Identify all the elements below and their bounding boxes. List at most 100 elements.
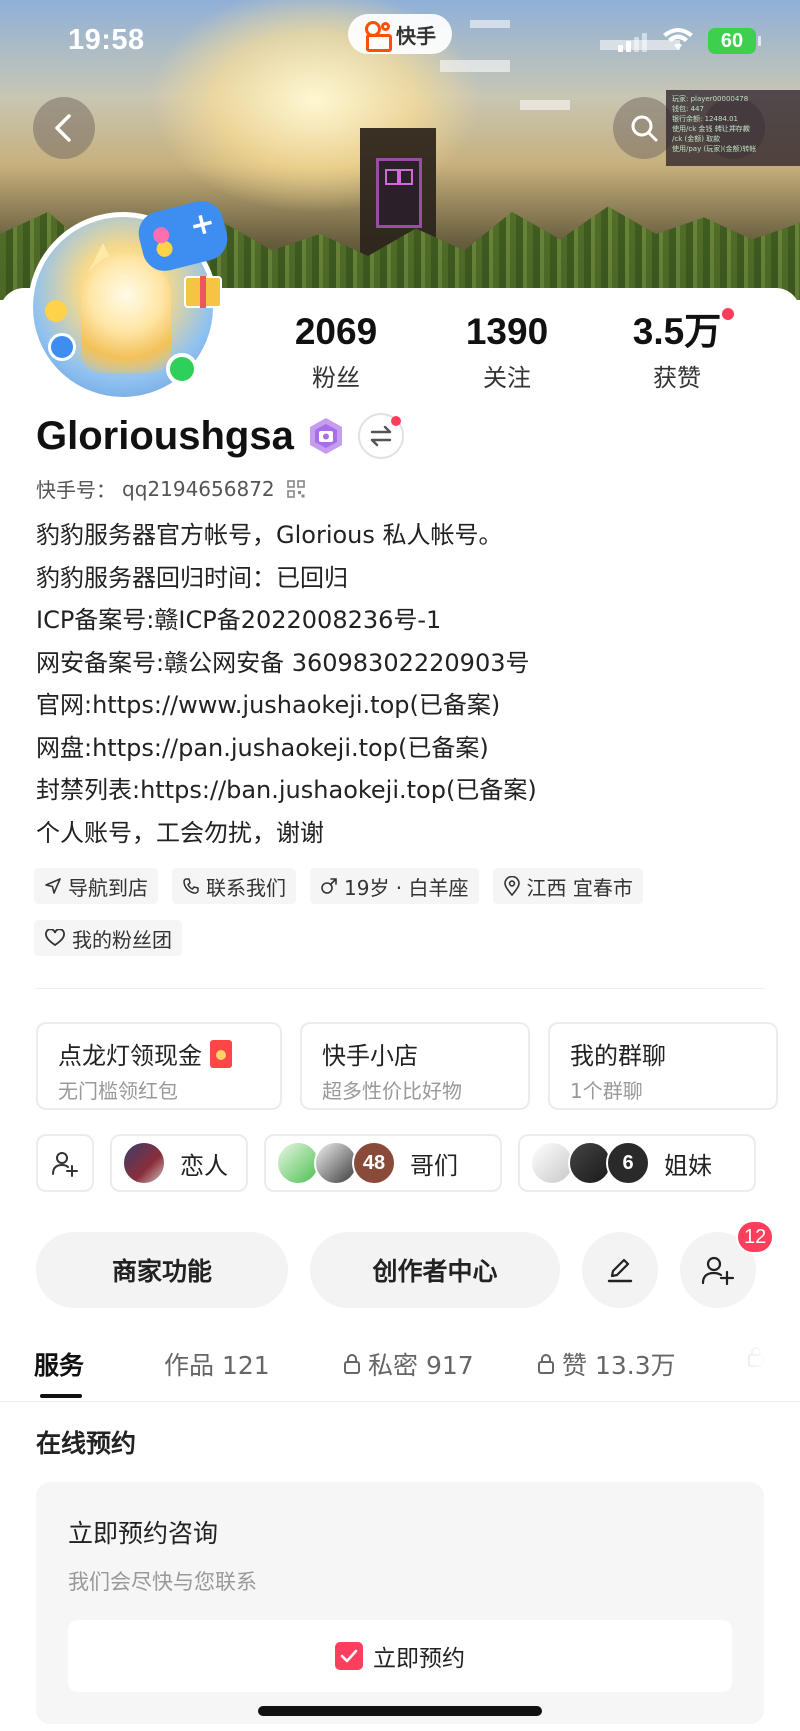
stat-label: 关注 (483, 364, 531, 392)
group-label: 哥们 (410, 1151, 458, 1180)
group-label: 姐妹 (664, 1151, 712, 1180)
stat-label: 获赞 (653, 364, 701, 392)
overlay-line: 玩家: player00000478 (672, 95, 749, 103)
feature-title: 点龙灯领现金 (58, 1042, 202, 1070)
group-label: 恋人 (180, 1151, 228, 1180)
kuaishou-id-row[interactable]: 快手号： qq2194656872 (36, 474, 305, 503)
tag-navigate-store[interactable]: 导航到店 (34, 868, 158, 904)
tab-private[interactable]: 私密 917 (342, 1346, 474, 1382)
group-buddies[interactable]: 48 哥们 (264, 1134, 502, 1192)
tab-liked[interactable]: 赞 13.3万 (536, 1346, 676, 1382)
book-now-label: 立即预约 (373, 1646, 465, 1672)
checkmark-icon (335, 1642, 363, 1670)
tag-contact-us[interactable]: 联系我们 (172, 868, 296, 904)
overlay-line: 使用/ck 金钱 转让并存款 (672, 125, 750, 133)
username-row: Glorioushgsa (36, 408, 404, 464)
book-now-button[interactable]: 立即预约 (68, 1620, 732, 1692)
overlay-line: 使用/pay (玩家)(金额)转帐 (672, 145, 757, 153)
kuaishou-id-label: 快手号： (36, 478, 116, 502)
bio-line: 豹豹服务器回归时间：已回归 (36, 563, 348, 592)
qr-code-icon[interactable] (286, 479, 305, 498)
switch-account-button[interactable] (357, 413, 404, 459)
likes-notification-dot (722, 308, 734, 320)
app-name-pill[interactable]: 快手 (348, 14, 452, 54)
tab-works[interactable]: 作品 121 (164, 1346, 270, 1382)
battery-level: 60 (720, 29, 744, 52)
group-lovers[interactable]: 恋人 (110, 1134, 248, 1192)
add-friend-badge: 12 (736, 1220, 775, 1254)
profile-tabs: 服务 作品 121 私密 917 赞 13.3万 (0, 1336, 800, 1402)
creator-badge-icon[interactable] (306, 416, 346, 456)
add-group-button[interactable] (36, 1134, 94, 1192)
tag-location[interactable]: 江西 宜春市 (492, 868, 643, 904)
tag-label: 19岁 · 白羊座 (344, 875, 469, 900)
feature-subtitle: 超多性价比好物 (322, 1079, 462, 1103)
online-booking-title: 在线预约 (36, 1429, 137, 1458)
profile-stats: 2069 粉丝 1390 关注 3.5万 获赞 (0, 310, 800, 400)
stat-likes[interactable]: 3.5万 获赞 (597, 310, 757, 393)
username: Glorioushgsa (36, 413, 294, 458)
tag-fan-club[interactable]: 我的粉丝团 (34, 920, 182, 956)
merchant-functions-button[interactable]: 商家功能 (36, 1232, 288, 1308)
back-button[interactable] (33, 97, 95, 159)
member-count: 48 (362, 1151, 386, 1174)
add-friend-button[interactable]: 12 (680, 1220, 775, 1308)
game-overlay-panel: 玩家: player00000478 钱包: 447 银行余额: 12484.0… (666, 90, 800, 166)
section-divider (36, 988, 764, 989)
home-indicator[interactable] (258, 1706, 542, 1716)
tab-label: 服务 (34, 1351, 85, 1380)
group-member-count: 6 (606, 1141, 650, 1185)
stat-value: 1390 (465, 311, 549, 352)
red-envelope-icon (210, 1039, 232, 1068)
booking-title: 立即预约咨询 (68, 1519, 219, 1548)
edit-profile-button[interactable] (582, 1232, 658, 1308)
booking-subtitle: 我们会尽快与您联系 (68, 1570, 257, 1594)
creator-center-button[interactable]: 创作者中心 (310, 1232, 560, 1308)
feature-subtitle: 无门槛领红包 (58, 1079, 178, 1103)
feature-title: 我的群聊 (570, 1042, 666, 1070)
stat-followers[interactable]: 2069 粉丝 (256, 310, 416, 393)
tag-label: 江西 宜春市 (526, 875, 633, 900)
active-tab-indicator (40, 1394, 82, 1398)
edit-pencil-icon (607, 1258, 633, 1283)
tab-label: 赞 13.3万 (562, 1351, 676, 1380)
app-name: 快手 (396, 23, 436, 48)
feature-dragon-lantern-cash[interactable]: 点龙灯领现金 无门槛领红包 (36, 1022, 282, 1110)
group-member-count: 48 (352, 1141, 396, 1185)
status-time: 19:58 (68, 24, 145, 56)
feature-subtitle: 1个群聊 (570, 1079, 643, 1103)
tag-label: 联系我们 (206, 875, 286, 900)
kuaishou-logo-icon (364, 21, 392, 52)
feature-cards: 点龙灯领现金 无门槛领红包 快手小店 超多性价比好物 我的群聊 1个群聊 (36, 1022, 778, 1110)
feature-title: 快手小店 (322, 1042, 418, 1070)
male-icon (321, 878, 337, 894)
feature-my-group-chats[interactable]: 我的群聊 1个群聊 (548, 1022, 778, 1110)
bio-line[interactable]: 官网:https://www.jushaokeji.top(已备案) (36, 684, 776, 727)
bio-line: 网安备案号:赣公网安备 36098302220903号 (36, 648, 530, 677)
add-person-icon (701, 1256, 735, 1285)
stat-label: 粉丝 (312, 364, 360, 392)
heart-outline-icon (45, 929, 65, 947)
tab-scroll-fade (714, 1340, 800, 1396)
bio-line[interactable]: 封禁列表:https://ban.jushaokeji.top(已备案) (36, 769, 776, 812)
battery-indicator: 60 (708, 28, 761, 54)
friend-groups: 恋人 48 哥们 6 姐妹 (36, 1134, 756, 1192)
tab-services[interactable]: 服务 (34, 1346, 84, 1382)
stat-following[interactable]: 1390 关注 (427, 310, 587, 393)
navigation-icon (45, 878, 61, 894)
kuaishou-id-value: qq2194656872 (122, 476, 275, 501)
wifi-icon (663, 28, 693, 50)
status-bar: 19:58 快手 60 (0, 0, 800, 86)
bio-line: 豹豹服务器官方帐号，Glorious 私人帐号。 (36, 521, 503, 549)
profile-bio: 豹豹服务器官方帐号，Glorious 私人帐号。 豹豹服务器回归时间：已回归 I… (36, 514, 776, 854)
feature-kuaishou-store[interactable]: 快手小店 超多性价比好物 (300, 1022, 530, 1110)
group-avatar (122, 1141, 166, 1185)
banner-cloud (520, 100, 570, 110)
phone-icon (183, 878, 199, 894)
booking-card: 立即预约咨询 我们会尽快与您联系 立即预约 (36, 1482, 764, 1724)
overlay-line: 钱包: 447 (672, 105, 704, 113)
bio-line: ICP备案号:赣ICP备2022008236号-1 (36, 606, 442, 634)
lock-icon (344, 1354, 360, 1374)
group-sisters[interactable]: 6 姐妹 (518, 1134, 756, 1192)
bio-line[interactable]: 网盘:https://pan.jushaokeji.top(已备案) (36, 727, 776, 770)
